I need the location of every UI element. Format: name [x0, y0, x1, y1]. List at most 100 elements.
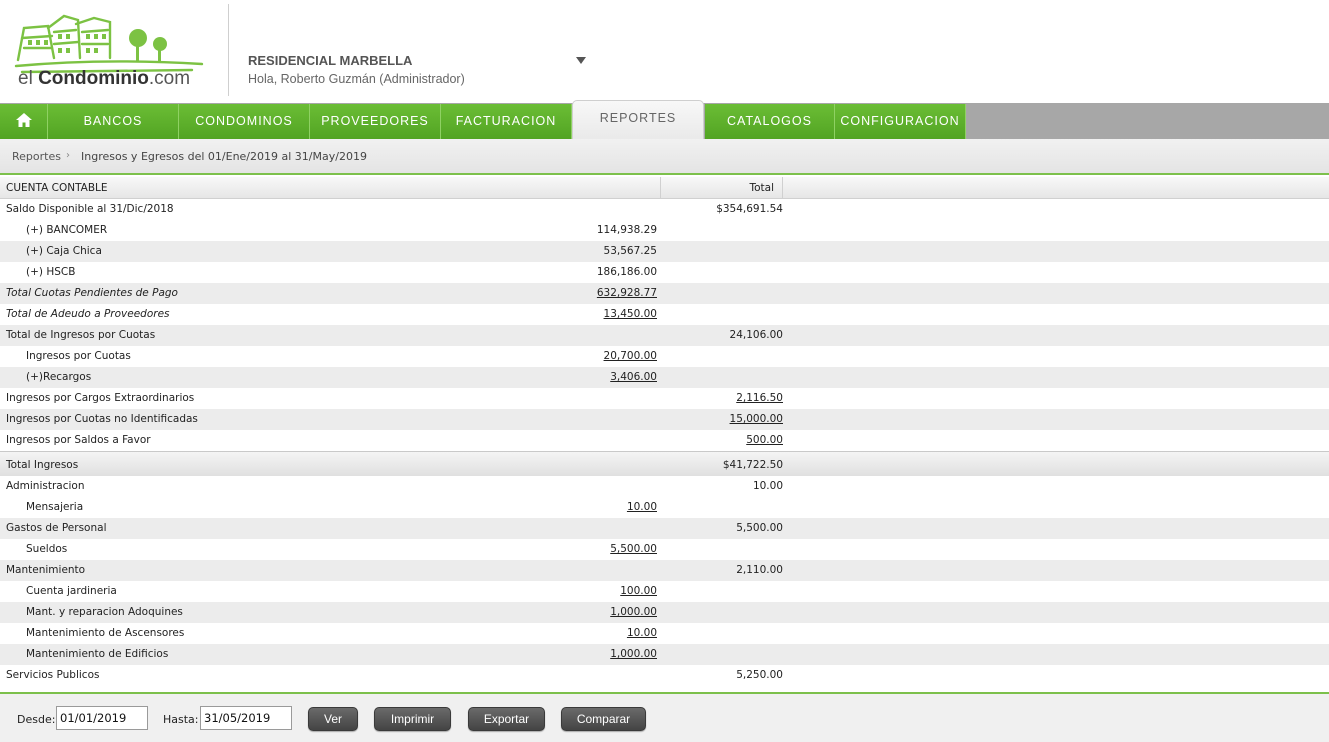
table-row: (+) BANCOMER 114,938.29 [0, 220, 1329, 241]
nav-configuracion[interactable]: CONFIGURACION [835, 104, 966, 139]
chevron-down-icon[interactable] [576, 57, 586, 64]
row-label: Mantenimiento [6, 564, 86, 576]
from-date-input[interactable] [56, 706, 148, 730]
table-row: Ingresos por Cuotas no Identificadas 15,… [0, 409, 1329, 430]
table-row-subtotal: Total Ingresos $41,722.50 [0, 451, 1329, 476]
compare-button[interactable]: Comparar [561, 707, 646, 731]
row-label: Administracion [6, 480, 85, 492]
row-amount-link[interactable]: 1,000.00 [610, 606, 657, 618]
table-row: Mantenimiento de Edificios 1,000.00 [0, 644, 1329, 665]
view-button[interactable]: Ver [308, 707, 358, 731]
footer-controls: Desde: Hasta: Ver Imprimir Exportar Comp… [0, 692, 1329, 742]
nav-home[interactable] [0, 104, 48, 139]
row-label: Mantenimiento de Edificios [26, 648, 169, 660]
row-label: Mant. y reparacion Adoquines [26, 606, 183, 618]
row-label: Ingresos por Cuotas [26, 350, 131, 362]
row-amount: 53,567.25 [603, 245, 657, 257]
nav-condominos[interactable]: CONDOMINOS [179, 104, 310, 139]
table-row: Total de Ingresos por Cuotas 24,106.00 [0, 325, 1329, 346]
row-label: (+) Caja Chica [26, 245, 102, 257]
export-button[interactable]: Exportar [468, 707, 545, 731]
breadcrumb-separator-icon: › [66, 150, 70, 161]
table-row: Total de Adeudo a Proveedores 13,450.00 [0, 304, 1329, 325]
main-nav: BANCOS CONDOMINOS PROVEEDORES FACTURACIO… [0, 100, 1329, 140]
table-row: Mensajeria 10.00 [0, 497, 1329, 518]
nav-bancos[interactable]: BANCOS [48, 104, 179, 139]
row-total: 10.00 [752, 480, 783, 492]
home-icon [15, 113, 32, 127]
table-row: Total Cuotas Pendientes de Pago 632,928.… [0, 283, 1329, 304]
row-amount-link[interactable]: 5,500.00 [610, 543, 657, 555]
row-label: Ingresos por Cargos Extraordinarios [6, 392, 195, 404]
breadcrumb: Reportes › Ingresos y Egresos del 01/Ene… [0, 139, 1329, 175]
row-amount: 114,938.29 [596, 224, 657, 236]
row-total: $354,691.54 [716, 203, 783, 215]
row-label: Ingresos por Saldos a Favor [6, 434, 151, 446]
table-row: Administracion 10.00 [0, 476, 1329, 497]
table-row: Cuenta jardineria 100.00 [0, 581, 1329, 602]
row-total: 24,106.00 [729, 329, 783, 341]
nav-facturacion[interactable]: FACTURACION [441, 104, 572, 139]
report-table: CUENTA CONTABLE Total Saldo Disponible a… [0, 177, 1329, 686]
table-row: Sueldos 5,500.00 [0, 539, 1329, 560]
print-button[interactable]: Imprimir [374, 707, 451, 731]
row-total: $41,722.50 [722, 459, 783, 471]
table-header: CUENTA CONTABLE Total [0, 177, 1329, 199]
row-label: Gastos de Personal [6, 522, 107, 534]
row-amount-link[interactable]: 3,406.00 [610, 371, 657, 383]
from-date-label: Desde: [17, 713, 56, 726]
table-row: Saldo Disponible al 31/Dic/2018 $354,691… [0, 199, 1329, 220]
table-row: Servicios Publicos 5,250.00 [0, 665, 1329, 686]
table-row: (+) Caja Chica 53,567.25 [0, 241, 1329, 262]
table-row: Ingresos por Saldos a Favor 500.00 [0, 430, 1329, 451]
row-label: (+)Recargos [26, 371, 92, 383]
column-divider [782, 177, 783, 199]
row-label: Total Cuotas Pendientes de Pago [6, 287, 178, 299]
breadcrumb-root[interactable]: Reportes [12, 150, 61, 163]
condo-name: RESIDENCIAL MARBELLA [248, 53, 413, 68]
row-amount-link[interactable]: 100.00 [620, 585, 657, 597]
table-row: Gastos de Personal 5,500.00 [0, 518, 1329, 539]
row-total: 5,500.00 [736, 522, 783, 534]
row-label: (+) BANCOMER [26, 224, 108, 236]
row-amount-link[interactable]: 632,928.77 [597, 287, 657, 299]
row-label: Mantenimiento de Ascensores [26, 627, 185, 639]
table-row: Ingresos por Cargos Extraordinarios 2,11… [0, 388, 1329, 409]
column-header-account: CUENTA CONTABLE [6, 182, 108, 194]
table-row: Mantenimiento de Ascensores 10.00 [0, 623, 1329, 644]
header: el Condominio.com RESIDENCIAL MARBELLA H… [0, 0, 1329, 103]
row-amount-link[interactable]: 13,450.00 [604, 308, 657, 320]
logo-text: el Condominio.com [18, 68, 191, 89]
row-amount-link[interactable]: 20,700.00 [604, 350, 657, 362]
row-label: Saldo Disponible al 31/Dic/2018 [6, 203, 174, 215]
table-row: (+) HSCB 186,186.00 [0, 262, 1329, 283]
table-row: Mantenimiento 2,110.00 [0, 560, 1329, 581]
row-amount-link[interactable]: 10.00 [627, 627, 657, 639]
row-label: Servicios Publicos [6, 669, 100, 681]
to-date-label: Hasta: [163, 713, 199, 726]
nav-reportes[interactable]: REPORTES [572, 100, 704, 140]
header-divider [228, 4, 229, 96]
row-label: (+) HSCB [26, 266, 76, 278]
row-amount-link[interactable]: 10.00 [627, 501, 657, 513]
row-total: 5,250.00 [736, 669, 783, 681]
row-label: Total de Adeudo a Proveedores [6, 308, 170, 320]
table-row: (+)Recargos 3,406.00 [0, 367, 1329, 388]
row-label: Sueldos [26, 543, 68, 555]
row-label: Total Ingresos [6, 459, 79, 471]
column-header-total: Total [749, 182, 774, 194]
row-total-link[interactable]: 15,000.00 [730, 413, 783, 425]
row-amount-link[interactable]: 1,000.00 [610, 648, 657, 660]
table-row: Ingresos por Cuotas 20,700.00 [0, 346, 1329, 367]
row-label: Cuenta jardineria [26, 585, 117, 597]
row-label: Total de Ingresos por Cuotas [6, 329, 156, 341]
to-date-input[interactable] [200, 706, 292, 730]
row-amount: 186,186.00 [596, 266, 657, 278]
row-label: Ingresos por Cuotas no Identificadas [6, 413, 198, 425]
row-total-link[interactable]: 500.00 [746, 434, 783, 446]
row-total-link[interactable]: 2,116.50 [736, 392, 783, 404]
user-greeting: Hola, Roberto Guzmán (Administrador) [248, 72, 465, 86]
nav-catalogos[interactable]: CATALOGOS [705, 104, 835, 139]
nav-proveedores[interactable]: PROVEEDORES [310, 104, 441, 139]
row-total: 2,110.00 [736, 564, 783, 576]
